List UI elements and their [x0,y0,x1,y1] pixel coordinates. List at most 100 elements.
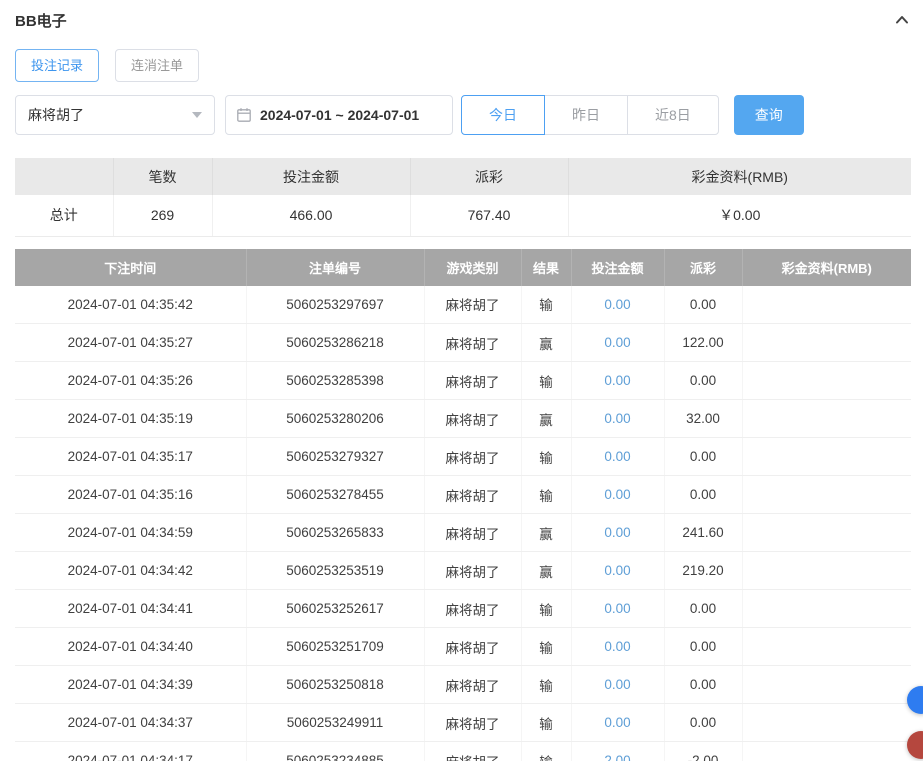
bet-amount-link[interactable]: 0.00 [604,525,630,540]
cell-bet-amount: 0.00 [571,628,664,666]
bet-amount-link[interactable]: 0.00 [604,411,630,426]
cell-bet-time: 2024-07-01 04:35:17 [15,438,246,476]
table-row: 2024-07-01 04:35:42 5060253297697 麻将胡了 输… [15,286,911,324]
cell-bonus [742,438,911,476]
cell-order-id: 5060253251709 [246,628,424,666]
cell-order-id: 5060253286218 [246,324,424,362]
chevron-up-icon[interactable] [893,11,911,29]
cell-bet-amount: 0.00 [571,362,664,400]
page-title: BB电子 [15,10,67,31]
cell-bet-time: 2024-07-01 04:35:16 [15,476,246,514]
date-range-picker[interactable]: 2024-07-01 ~ 2024-07-01 [225,95,453,135]
cell-game-type: 麻将胡了 [424,628,521,666]
cell-payout: 0.00 [664,476,742,514]
quick-date-yesterday[interactable]: 昨日 [544,95,628,135]
cell-bet-amount: 0.00 [571,590,664,628]
cell-game-type: 麻将胡了 [424,742,521,761]
cell-game-type: 麻将胡了 [424,666,521,704]
cell-bet-time: 2024-07-01 04:34:59 [15,514,246,552]
cell-result: 输 [521,742,571,761]
cell-bet-time: 2024-07-01 04:34:41 [15,590,246,628]
summary-total-count: 269 [113,195,212,236]
cell-order-id: 5060253279327 [246,438,424,476]
cell-bonus [742,628,911,666]
bet-table-body: 2024-07-01 04:35:42 5060253297697 麻将胡了 输… [15,286,911,761]
cell-payout: 0.00 [664,628,742,666]
cell-order-id: 5060253265833 [246,514,424,552]
cell-bet-amount: 0.00 [571,666,664,704]
bet-amount-link[interactable]: 0.00 [604,373,630,388]
cell-result: 输 [521,362,571,400]
quick-date-group: 今日 昨日 近8日 [461,95,719,135]
cell-result: 输 [521,438,571,476]
tab-bet-records[interactable]: 投注记录 [15,49,99,82]
calendar-icon [236,107,252,123]
cell-game-type: 麻将胡了 [424,476,521,514]
cell-bet-time: 2024-07-01 04:34:40 [15,628,246,666]
cell-game-type: 麻将胡了 [424,438,521,476]
table-row: 2024-07-01 04:34:39 5060253250818 麻将胡了 输… [15,666,911,704]
cell-bonus [742,552,911,590]
cell-result: 赢 [521,400,571,438]
bet-amount-link[interactable]: 2.00 [604,753,630,761]
summary-table: 笔数 投注金额 派彩 彩金资料(RMB) 总计 269 466.00 767.4… [15,158,911,237]
bet-amount-link[interactable]: 0.00 [604,639,630,654]
cell-order-id: 5060253249911 [246,704,424,742]
cell-bonus [742,514,911,552]
cell-game-type: 麻将胡了 [424,400,521,438]
quick-date-last8days[interactable]: 近8日 [627,95,719,135]
bet-amount-link[interactable]: 0.00 [604,563,630,578]
cell-bonus [742,476,911,514]
cell-bet-time: 2024-07-01 04:34:37 [15,704,246,742]
game-select[interactable]: 麻将胡了 [15,95,215,135]
cell-result: 赢 [521,552,571,590]
summary-header-blank [15,158,113,195]
search-button[interactable]: 查询 [734,95,804,135]
table-row: 2024-07-01 04:34:41 5060253252617 麻将胡了 输… [15,590,911,628]
summary-header-bet-amount: 投注金额 [212,158,410,195]
cell-bet-time: 2024-07-01 04:34:42 [15,552,246,590]
summary-total-bet: 466.00 [212,195,410,236]
cell-bet-time: 2024-07-01 04:35:42 [15,286,246,324]
tab-cancelled-orders[interactable]: 连消注单 [115,49,199,82]
cell-order-id: 5060253252617 [246,590,424,628]
cell-bet-time: 2024-07-01 04:35:27 [15,324,246,362]
cell-bonus [742,590,911,628]
bet-amount-link[interactable]: 0.00 [604,715,630,730]
header-payout: 派彩 [664,249,742,286]
bet-amount-link[interactable]: 0.00 [604,449,630,464]
header-result: 结果 [521,249,571,286]
panel-header: BB电子 [15,8,911,32]
bet-records-panel: BB电子 投注记录 连消注单 麻将胡了 2024-07-01 ~ 2024-07… [0,0,923,761]
cell-result: 赢 [521,514,571,552]
header-game-type: 游戏类别 [424,249,521,286]
cell-bet-amount: 0.00 [571,704,664,742]
summary-total-bonus: ￥0.00 [568,195,911,236]
cell-game-type: 麻将胡了 [424,324,521,362]
cell-payout: 219.20 [664,552,742,590]
bet-amount-link[interactable]: 0.00 [604,677,630,692]
table-row: 2024-07-01 04:35:19 5060253280206 麻将胡了 赢… [15,400,911,438]
table-row: 2024-07-01 04:34:37 5060253249911 麻将胡了 输… [15,704,911,742]
bet-amount-link[interactable]: 0.00 [604,487,630,502]
bet-amount-link[interactable]: 0.00 [604,601,630,616]
table-row: 2024-07-01 04:34:17 5060253234885 麻将胡了 输… [15,742,911,761]
summary-header-count: 笔数 [113,158,212,195]
cell-order-id: 5060253234885 [246,742,424,761]
bet-table-header-row: 下注时间 注单编号 游戏类别 结果 投注金额 派彩 彩金资料(RMB) [15,249,911,286]
quick-date-today[interactable]: 今日 [461,95,545,135]
summary-total-payout: 767.40 [410,195,568,236]
cell-order-id: 5060253297697 [246,286,424,324]
cell-result: 输 [521,704,571,742]
cell-payout: 0.00 [664,666,742,704]
cell-bet-time: 2024-07-01 04:35:19 [15,400,246,438]
cell-result: 输 [521,590,571,628]
bet-amount-link[interactable]: 0.00 [604,335,630,350]
bet-amount-link[interactable]: 0.00 [604,297,630,312]
cell-bet-amount: 0.00 [571,476,664,514]
table-row: 2024-07-01 04:35:26 5060253285398 麻将胡了 输… [15,362,911,400]
table-row: 2024-07-01 04:34:42 5060253253519 麻将胡了 赢… [15,552,911,590]
cell-bonus [742,704,911,742]
cell-payout: 0.00 [664,704,742,742]
filter-bar: 麻将胡了 2024-07-01 ~ 2024-07-01 今日 昨日 近8日 查… [15,95,911,135]
